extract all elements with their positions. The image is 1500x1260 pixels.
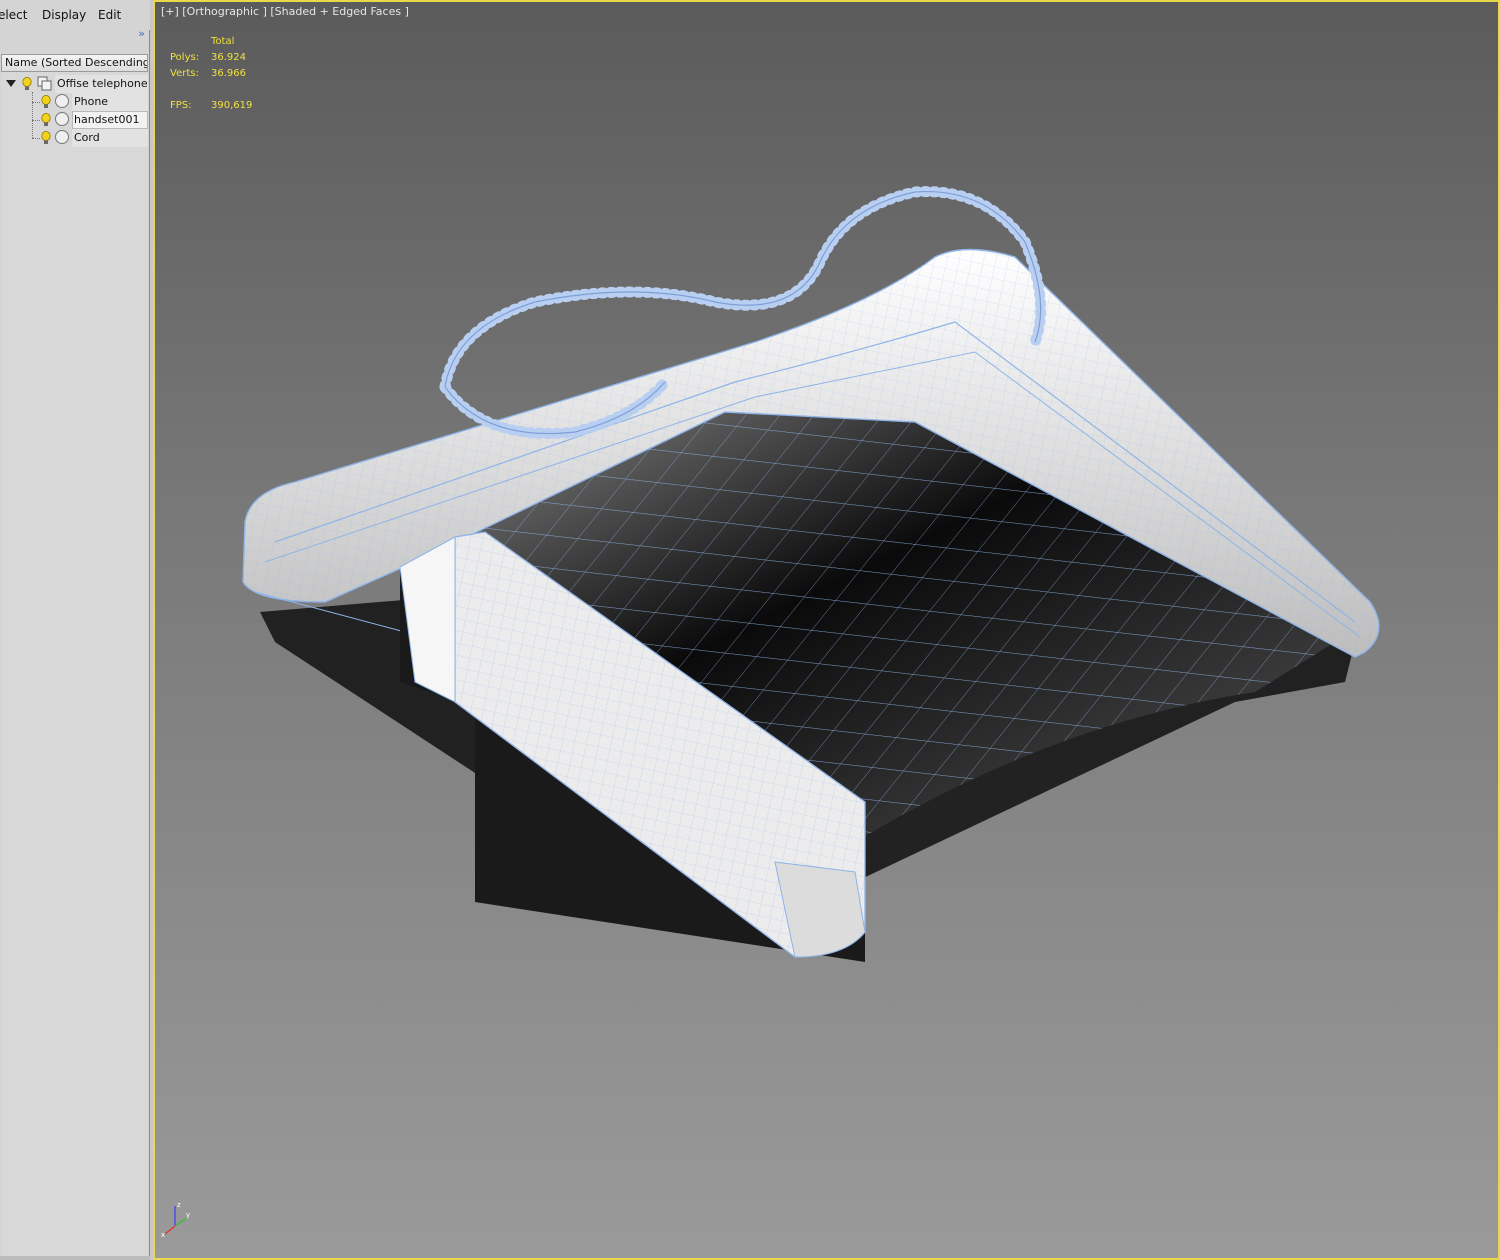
name-column-header[interactable]: Name (Sorted Descending) [1,54,148,72]
expand-triangle-icon[interactable] [6,80,16,87]
panel-bottom-edge [0,1256,150,1260]
telephone-model-render[interactable] [155,2,1498,1258]
axis-z-label: z [177,1201,181,1209]
node-label: Phone [74,95,109,108]
tree-row-handset001[interactable]: handset001 [1,111,148,129]
node-label: handset001 [74,113,140,126]
scene-explorer-panel: elect Display Edit » Name (Sorted Descen… [0,0,150,1260]
axis-y-label: y [186,1211,190,1219]
light-bulb-icon[interactable] [41,131,51,145]
menu-display[interactable]: Display [42,8,86,22]
light-bulb-icon[interactable] [41,113,51,127]
tree-row-offise-telephone[interactable]: Offise telephone [1,75,148,93]
node-label: Cord [74,131,100,144]
orthographic-viewport[interactable]: [+] [Orthographic ] [Shaded + Edged Face… [153,0,1500,1260]
menu-edit[interactable]: Edit [98,8,121,22]
light-bulb-icon[interactable] [41,95,51,109]
app-window: elect Display Edit » Name (Sorted Descen… [0,0,1500,1260]
geometry-object-icon [55,130,69,144]
more-menu-chevron-icon[interactable]: » [138,27,145,40]
light-bulb-icon[interactable] [22,77,32,91]
axis-x-label: x [161,1231,165,1238]
tree-row-phone[interactable]: Phone [1,93,148,111]
geometry-object-icon [55,112,69,126]
menu-select[interactable]: elect [0,8,27,22]
node-label: Offise telephone [57,77,148,90]
scene-tree: Name (Sorted Descending) Offise telephon… [1,54,148,1260]
axis-gizmo-icon: z y x [161,1201,190,1238]
geometry-object-icon [55,94,69,108]
explorer-menubar: elect Display Edit [0,0,150,30]
group-object-icon [37,76,52,91]
tree-row-cord[interactable]: Cord [1,129,148,147]
